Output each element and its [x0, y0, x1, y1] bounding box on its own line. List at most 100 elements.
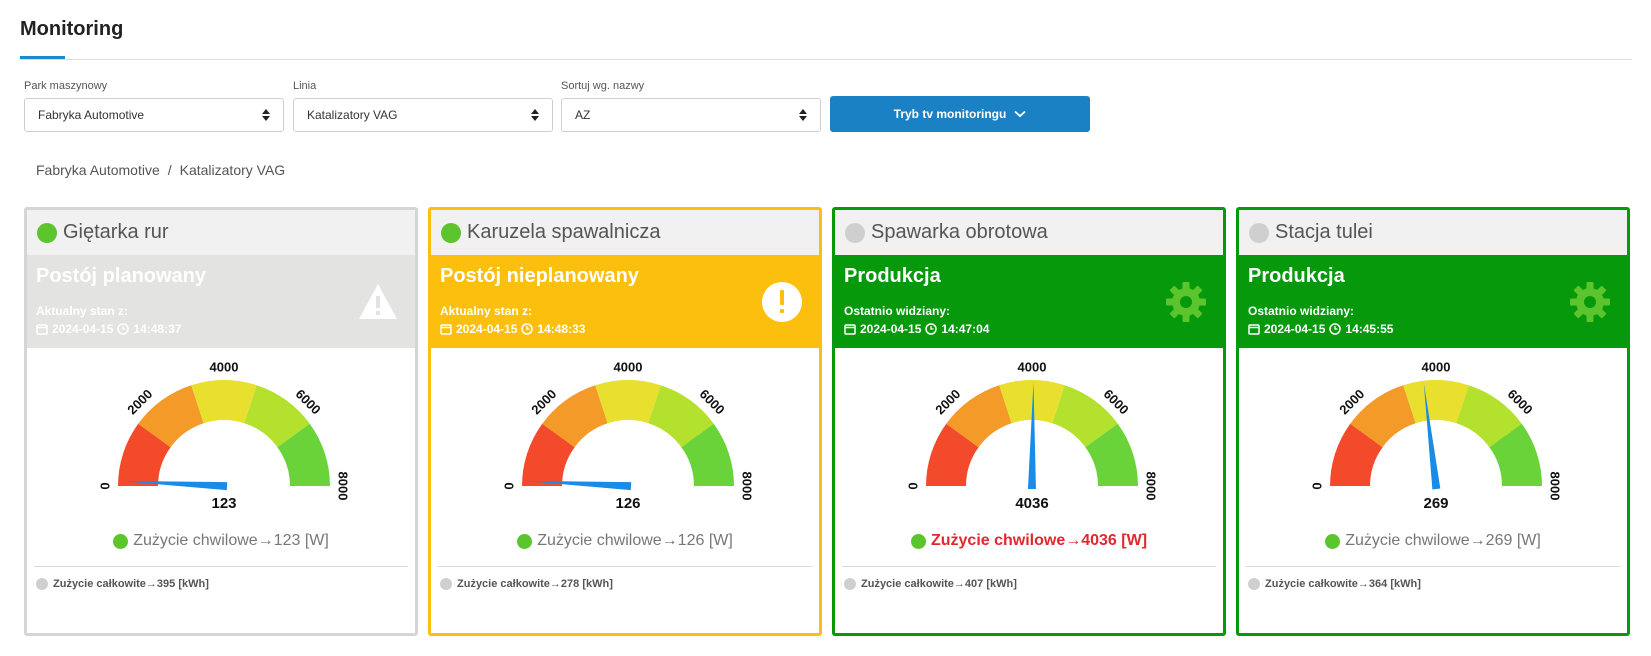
- card-divider: [34, 566, 408, 567]
- calendar-icon: [1248, 324, 1260, 335]
- instant-consumption: Zużycie chwilowe→126 [W]: [431, 532, 819, 550]
- consumption-status-dot: [910, 533, 926, 549]
- park-select[interactable]: Fabryka Automotive: [24, 98, 284, 132]
- instant-consumption-text: Zużycie chwilowe→4036 [W]: [930, 532, 1148, 549]
- exclamation-icon: [762, 282, 802, 322]
- breadcrumb-item[interactable]: Katalizatory VAG: [180, 162, 286, 178]
- status-timestamp: 2024-04-15 14:48:33: [440, 322, 585, 336]
- card-header: Giętarka rur: [27, 210, 415, 255]
- machine-card[interactable]: Stacja tulei Produkcja Ostatnio widziany: 2…: [1236, 207, 1630, 636]
- gauge-tick-label: 8000: [740, 472, 755, 501]
- gauge-tick-label: 4000: [1422, 359, 1451, 374]
- card-header: Karuzela spawalnicza: [431, 210, 819, 255]
- status-timestamp: 2024-04-15 14:47:04: [844, 322, 989, 336]
- exclamation-dot: [780, 309, 784, 313]
- online-status-dot: [845, 222, 865, 243]
- warning-icon: [359, 284, 397, 319]
- power-gauge: 02000400060008000269: [1309, 359, 1563, 512]
- instant-consumption: Zużycie chwilowe→123 [W]: [27, 532, 415, 550]
- machine-card[interactable]: Karuzela spawalnicza Postój nieplanowany A…: [428, 207, 822, 636]
- total-consumption-text: Zużycie całkowite→407 [kWh]: [861, 578, 1017, 590]
- tv-monitoring-button[interactable]: Tryb tv monitoringu: [830, 96, 1090, 132]
- status-panel: Postój nieplanowany Aktualny stan z: 2024-…: [431, 255, 819, 348]
- status-subtitle: Ostatnio widziany:: [844, 304, 951, 318]
- clock-icon: [521, 323, 534, 335]
- status-title: Postój nieplanowany: [440, 265, 639, 287]
- total-consumption-text: Zużycie całkowite→278 [kWh]: [457, 578, 613, 590]
- gear-icon: [1166, 282, 1206, 322]
- status-date: 2024-04-15: [1264, 322, 1326, 336]
- status-date: 2024-04-15: [860, 322, 922, 336]
- breadcrumb-item[interactable]: Fabryka Automotive: [36, 162, 160, 178]
- power-gauge: 02000400060008000126: [501, 359, 755, 512]
- gauge-value-label: 126: [615, 495, 640, 512]
- select-value: AZ: [575, 108, 591, 122]
- consumption-status-dot: [517, 533, 533, 549]
- machine-name: Spawarka obrotowa: [871, 221, 1048, 243]
- gauge-tick-label: 0: [501, 482, 516, 489]
- machine-name: Stacja tulei: [1275, 221, 1373, 243]
- clock-icon: [1329, 323, 1342, 335]
- clock-hands: [930, 326, 934, 330]
- consumption-status-dot: [113, 533, 129, 549]
- filter-label: Sortuj wg. nazwy: [561, 80, 645, 92]
- status-time: 14:47:04: [941, 322, 990, 336]
- status-time: 14:48:33: [537, 322, 586, 336]
- calendar-body: [1248, 324, 1260, 335]
- total-consumption-text: Zużycie całkowite→364 [kWh]: [1265, 578, 1421, 590]
- status-title: Produkcja: [1248, 265, 1345, 287]
- filter-linia: Linia Katalizatory VAG: [293, 80, 553, 132]
- total-status-dot: [1248, 578, 1260, 590]
- breadcrumb: Fabryka Automotive / Katalizatory VAG: [36, 162, 285, 178]
- sort-select[interactable]: AZ: [561, 98, 821, 132]
- gauge-tick-label: 0: [97, 482, 112, 489]
- instant-consumption-text: Zużycie chwilowe→123 [W]: [133, 532, 329, 549]
- status-timestamp: 2024-04-15 14:45:55: [1248, 322, 1393, 336]
- gauge-tick-label: 4000: [614, 359, 643, 374]
- machine-card[interactable]: Giętarka rur Postój planowany Aktualny sta…: [24, 207, 418, 636]
- status-title: Postój planowany: [36, 265, 207, 287]
- total-consumption: Zużycie całkowite→364 [kWh]: [1248, 578, 1627, 590]
- instant-consumption-text: Zużycie chwilowe→126 [W]: [537, 532, 733, 549]
- clock-hands: [122, 326, 126, 330]
- status-time: 14:45:55: [1345, 322, 1394, 336]
- total-status-dot: [440, 578, 452, 590]
- select-arrows-icon: [531, 109, 539, 121]
- consumption-status-dot: [1325, 533, 1341, 549]
- breadcrumb-separator: /: [167, 162, 172, 178]
- gauge-tick-label: 8000: [1548, 472, 1563, 501]
- gear-icon: [1570, 282, 1610, 322]
- gauge-value-label: 4036: [1015, 495, 1048, 512]
- machine-card[interactable]: Spawarka obrotowa Produkcja Ostatnio widzi…: [832, 207, 1226, 636]
- status-time: 14:48:37: [133, 322, 182, 336]
- total-consumption: Zużycie całkowite→395 [kWh]: [36, 578, 415, 590]
- status-panel: Produkcja Ostatnio widziany: 2024-04-15 14:…: [1239, 255, 1627, 348]
- total-consumption: Zużycie całkowite→407 [kWh]: [844, 578, 1223, 590]
- gauge-value-label: 123: [211, 495, 236, 512]
- card-divider: [438, 566, 812, 567]
- card-divider: [842, 566, 1216, 567]
- calendar-body: [844, 324, 856, 335]
- line-select[interactable]: Katalizatory VAG: [293, 98, 553, 132]
- total-consumption: Zużycie całkowite→278 [kWh]: [440, 578, 819, 590]
- select-value: Fabryka Automotive: [38, 108, 145, 122]
- instant-consumption: Zużycie chwilowe→4036 [W]: [835, 532, 1223, 550]
- gauge-value-label: 269: [1423, 495, 1448, 512]
- status-timestamp: 2024-04-15 14:48:37: [36, 322, 181, 336]
- status-panel: Postój planowany Aktualny stan z: 2024-04-…: [27, 255, 415, 348]
- header-divider: [20, 59, 1632, 60]
- status-panel: Produkcja Ostatnio widziany: 2024-04-15 14:…: [835, 255, 1223, 348]
- gauge-tick-label: 4000: [210, 359, 239, 374]
- card-divider: [1246, 566, 1620, 567]
- page-title: Monitoring: [20, 18, 124, 40]
- status-subtitle: Aktualny stan z:: [440, 304, 533, 318]
- online-status-dot: [1249, 222, 1269, 243]
- warning-bar: [376, 296, 380, 308]
- status-subtitle: Aktualny stan z:: [36, 304, 129, 318]
- card-header: Stacja tulei: [1239, 210, 1627, 255]
- clock-icon: [117, 323, 130, 335]
- status-date: 2024-04-15: [456, 322, 518, 336]
- select-value: Katalizatory VAG: [307, 108, 398, 122]
- machine-name: Giętarka rur: [63, 221, 169, 243]
- card-header: Spawarka obrotowa: [835, 210, 1223, 255]
